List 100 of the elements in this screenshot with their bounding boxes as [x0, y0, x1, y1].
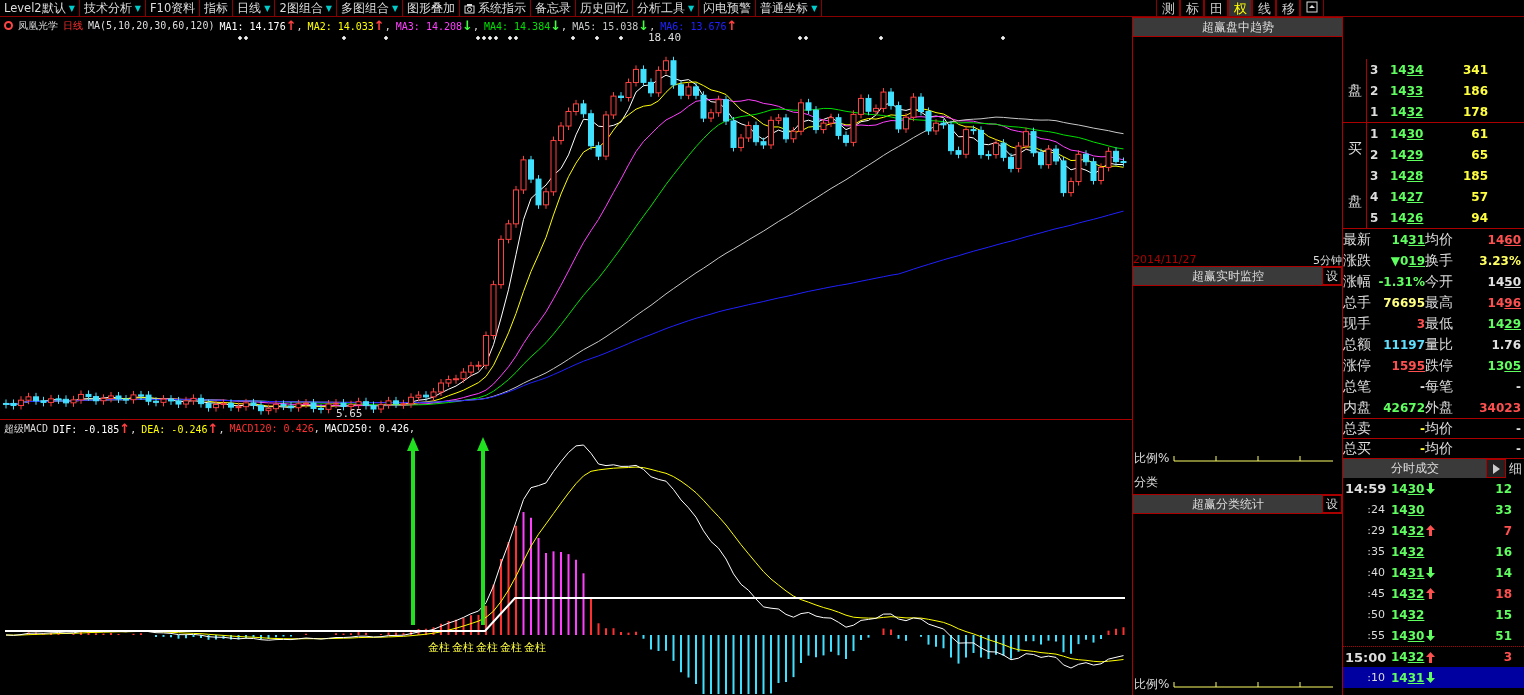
tool-button[interactable]: 测 [1156, 0, 1180, 16]
volume-value: 57 [1470, 189, 1488, 204]
quote-label: 外盘 [1425, 398, 1454, 417]
level-label: 4 [1370, 189, 1380, 204]
buy-label: 盘 [1347, 192, 1362, 211]
indicator-value: MA1: 14.176↑, [219, 18, 303, 33]
level-label: 5 [1370, 210, 1380, 225]
collapse-icon [1306, 0, 1318, 13]
price-value: 1434 [1390, 62, 1425, 77]
up-arrow-icon [406, 437, 420, 625]
quote-label: 均价 [1425, 419, 1454, 438]
price-value: 1429 [1390, 147, 1425, 162]
trade-time: :50 [1366, 608, 1386, 621]
price-value: - [1516, 379, 1521, 394]
signal-label: 金柱 [500, 640, 522, 655]
price-value: 1496 [1487, 295, 1521, 310]
period-label: 日线 [63, 18, 83, 33]
price-value: 11197 [1383, 337, 1425, 352]
trade-time: :35 [1366, 545, 1386, 558]
tool-button[interactable]: 田 [1204, 0, 1228, 16]
trade-row[interactable]: :24 1430 33 [1343, 499, 1524, 520]
trade-row[interactable]: 14:59 1430 12 [1343, 478, 1524, 499]
sell-label: 盘 [1347, 81, 1362, 100]
price-value: 1430 [1391, 481, 1425, 496]
price-value: 1432 [1390, 104, 1425, 119]
tool-button[interactable]: 权 [1228, 0, 1252, 16]
trade-volume: 14 [1494, 565, 1512, 580]
settings-button[interactable]: 设 [1322, 267, 1342, 285]
price-value: 1430 [1391, 502, 1425, 517]
trade-time: 15:00 [1345, 649, 1388, 665]
price-value: 76695 [1383, 295, 1425, 310]
dropdown-icon: ▼ [325, 3, 332, 13]
trade-volume: 18 [1494, 586, 1512, 601]
price-value: 3.23% [1479, 253, 1521, 268]
price-value: 1432 [1391, 586, 1425, 601]
quote-label: 均价 [1425, 439, 1454, 458]
price-value: 3 [1416, 316, 1425, 331]
trade-time: :10 [1366, 671, 1386, 684]
trade-volume: 33 [1494, 502, 1512, 517]
trade-time: :40 [1366, 566, 1386, 579]
indicator-value: MA6: 13.676↑ [660, 18, 738, 33]
settings-button[interactable]: 设 [1322, 495, 1342, 513]
play-button[interactable] [1486, 459, 1506, 478]
trade-row[interactable]: :55 1430 51 [1343, 625, 1524, 646]
trade-time: :55 [1366, 629, 1386, 642]
quote-label: 总卖 [1343, 419, 1372, 438]
level-label: 3 [1370, 168, 1380, 183]
trade-row[interactable]: :45 1432 18 [1343, 583, 1524, 604]
price-value: 1427 [1390, 189, 1425, 204]
trade-time: 14:59 [1345, 481, 1388, 496]
price-value: 1595 [1391, 358, 1425, 373]
indicator-value: DEA: -0.246↑, [141, 421, 225, 436]
price-value: 1426 [1390, 210, 1425, 225]
price-value: 1432 [1391, 523, 1425, 538]
quote-label: 总手 [1343, 293, 1372, 312]
level-label: 2 [1370, 83, 1380, 98]
trade-time: :29 [1366, 524, 1386, 537]
trade-volume: 7 [1502, 523, 1512, 538]
low-price-label: 5.65 [336, 407, 363, 420]
trade-row[interactable]: :50 1432 15 [1343, 604, 1524, 625]
quote-value: - [1419, 421, 1425, 436]
quote-value: - [1515, 441, 1521, 456]
ratio-label: 比例% [1134, 675, 1170, 693]
quote-label: 涨幅 [1343, 272, 1372, 291]
quote-label: 量比 [1425, 335, 1454, 354]
trade-row[interactable]: :40 1431 14 [1343, 562, 1524, 583]
buy-label: 买 [1347, 140, 1362, 159]
tool-button[interactable]: 标 [1180, 0, 1204, 16]
detail-button[interactable]: 细 [1506, 459, 1524, 478]
volume-value: 178 [1461, 104, 1488, 119]
price-value: 42672 [1383, 400, 1425, 415]
price-value: 1432 [1391, 650, 1425, 664]
price-value: 1431 [1391, 670, 1425, 685]
signal-label: 金柱 [476, 640, 498, 655]
quote-label: 每笔 [1425, 377, 1454, 396]
quote-label: 均价 [1425, 230, 1454, 249]
collapse-button[interactable] [1300, 0, 1324, 16]
panel-title: 超赢盘中趋势 [1133, 18, 1342, 36]
signal-label: 金柱 [452, 640, 474, 655]
trade-time: :45 [1366, 587, 1386, 600]
trade-row[interactable]: :10 1431 [1343, 667, 1524, 688]
price-value: 1428 [1390, 168, 1425, 183]
trade-volume: 16 [1494, 544, 1512, 559]
quote-label: 涨停 [1343, 356, 1372, 375]
indicator-value: MA5: 15.038↓, [572, 18, 656, 33]
up-arrow-icon [476, 437, 490, 625]
ratio-label: 比例% [1134, 449, 1170, 467]
quote-label: 现手 [1343, 314, 1372, 333]
price-value: 1431 [1391, 232, 1425, 247]
tool-button[interactable]: 线 [1252, 0, 1276, 16]
trade-volume: 15 [1494, 607, 1512, 622]
quote-label: 内盘 [1343, 398, 1372, 417]
trade-row[interactable]: :35 1432 16 [1343, 541, 1524, 562]
tool-button[interactable]: 移 [1276, 0, 1300, 16]
signal-label: 金柱 [524, 640, 546, 655]
trade-row[interactable]: :29 1432 7 [1343, 520, 1524, 541]
price-value: 1430 [1390, 126, 1425, 141]
indicator-value: DIF: -0.185↑, [53, 421, 137, 436]
high-price-label: 18.40 [648, 31, 682, 44]
price-value: 1429 [1487, 316, 1521, 331]
